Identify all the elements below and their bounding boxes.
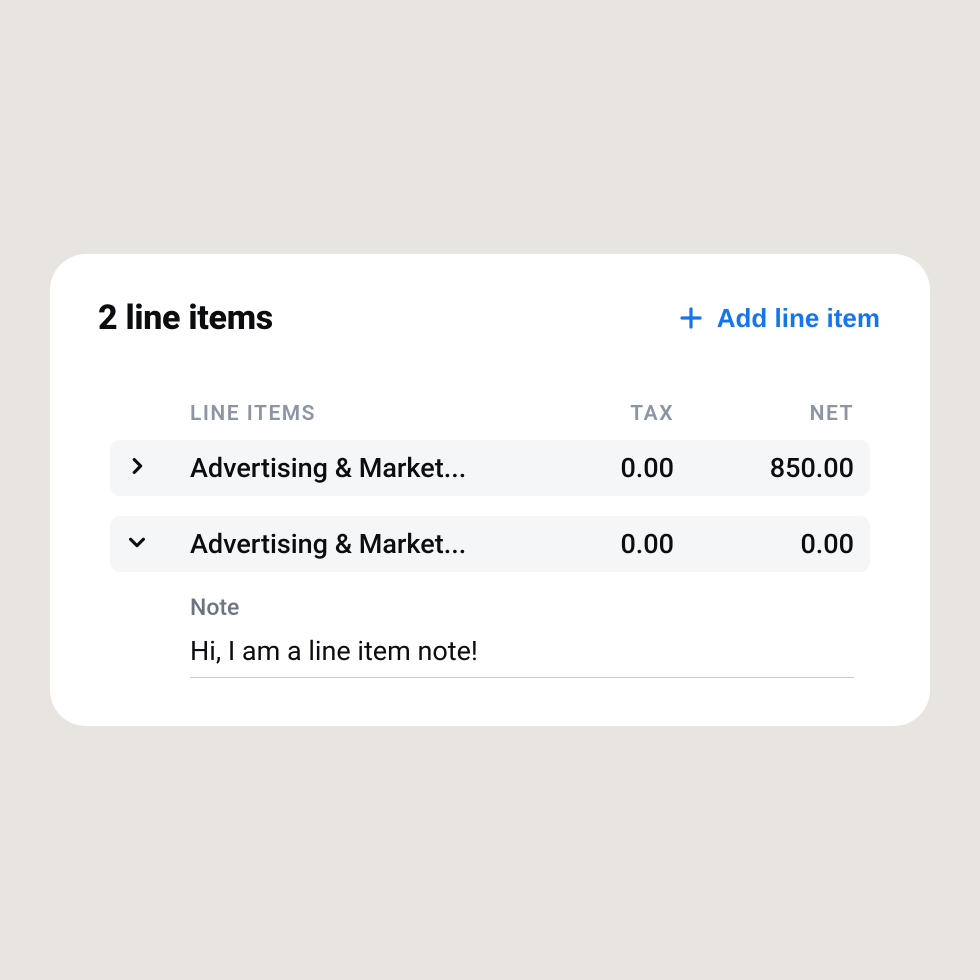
line-item-tax: 0.00 bbox=[534, 528, 674, 560]
col-header-net: NET bbox=[674, 402, 854, 426]
note-input[interactable] bbox=[190, 631, 854, 678]
line-item-name: Advertising & Market... bbox=[190, 452, 534, 484]
line-items-card: 2 line items Add line item LINE ITEMS TA… bbox=[50, 254, 930, 726]
table-row: Advertising & Market... 0.00 850.00 bbox=[110, 440, 870, 496]
chevron-down-icon[interactable] bbox=[126, 531, 148, 553]
add-line-item-label: Add line item bbox=[717, 303, 880, 334]
line-item-net: 0.00 bbox=[674, 528, 854, 560]
col-header-items: LINE ITEMS bbox=[190, 402, 534, 426]
line-item-name: Advertising & Market... bbox=[190, 528, 534, 560]
note-label: Note bbox=[190, 594, 854, 621]
table-row: Advertising & Market... 0.00 0.00 Note bbox=[110, 516, 870, 678]
add-line-item-button[interactable]: Add line item bbox=[677, 299, 882, 338]
card-header: 2 line items Add line item bbox=[98, 298, 882, 338]
table-header-row: LINE ITEMS TAX NET bbox=[110, 402, 870, 440]
plus-icon bbox=[679, 306, 703, 330]
line-item-tax: 0.00 bbox=[534, 452, 674, 484]
line-item-note-block: Note bbox=[110, 572, 870, 678]
line-item-row[interactable]: Advertising & Market... 0.00 850.00 bbox=[110, 440, 870, 496]
line-item-row[interactable]: Advertising & Market... 0.00 0.00 bbox=[110, 516, 870, 572]
chevron-right-icon[interactable] bbox=[126, 455, 148, 477]
card-title: 2 line items bbox=[98, 298, 273, 338]
col-header-tax: TAX bbox=[534, 402, 674, 426]
line-items-table: LINE ITEMS TAX NET Advertising & Market.… bbox=[98, 402, 882, 678]
line-item-net: 850.00 bbox=[674, 452, 854, 484]
